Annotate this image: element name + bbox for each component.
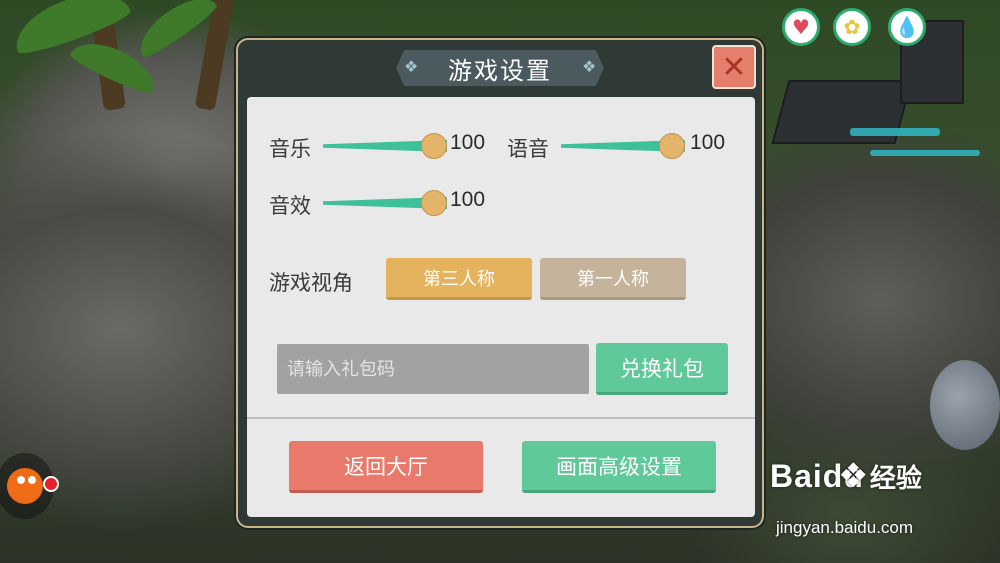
- baidu-watermark: Baidu 经验 ❖: [770, 456, 922, 496]
- water-drop-icon[interactable]: 💧: [888, 8, 926, 46]
- watermark-cn: 经验: [869, 464, 922, 494]
- teleporter-glow: [870, 150, 980, 156]
- pet-eye: [28, 476, 36, 484]
- advanced-graphics-button[interactable]: 画面高级设置: [522, 441, 716, 493]
- sfx-slider[interactable]: [323, 190, 447, 216]
- pet-avatar: [7, 468, 43, 504]
- teleporter-glow: [850, 128, 940, 136]
- settings-panel: 音乐 100 语音 100 音效 100 游戏视角 第三人称 第一人称 兑换礼包…: [247, 97, 755, 517]
- watermark-url: jingyan.baidu.com: [776, 518, 914, 537]
- crystal-rock: [930, 360, 1000, 450]
- pet-eye: [17, 476, 25, 484]
- music-label: 音乐: [269, 137, 311, 161]
- slider-knob[interactable]: [421, 190, 447, 216]
- ornament-icon: ❖: [404, 57, 419, 76]
- heart-icon[interactable]: ♥: [782, 8, 820, 46]
- slider-knob[interactable]: [421, 133, 447, 159]
- sfx-value: 100: [450, 188, 486, 211]
- music-value: 100: [450, 131, 486, 154]
- voice-label: 语音: [507, 137, 549, 161]
- notification-badge: [43, 476, 59, 492]
- return-lobby-button[interactable]: 返回大厅: [289, 441, 483, 493]
- camera-view-label: 游戏视角: [269, 271, 353, 295]
- slider-knob[interactable]: [659, 133, 685, 159]
- close-button[interactable]: ✕: [712, 45, 756, 89]
- energy-icon[interactable]: ✿: [833, 8, 871, 46]
- music-slider[interactable]: [323, 133, 447, 159]
- divider: [247, 417, 755, 419]
- voice-slider[interactable]: [561, 133, 685, 159]
- gift-code-input[interactable]: [277, 344, 589, 394]
- sfx-label: 音效: [269, 194, 311, 218]
- settings-dialog: ❖ 游戏设置 ❖ ✕ 音乐 100 语音 100 音效 100 游戏视角 第三人…: [236, 38, 764, 528]
- first-person-button[interactable]: 第一人称: [540, 258, 686, 300]
- dialog-title: 游戏设置: [448, 56, 552, 85]
- third-person-button[interactable]: 第三人称: [386, 258, 532, 300]
- ornament-icon: ❖: [582, 57, 597, 76]
- voice-value: 100: [690, 131, 726, 154]
- watermark-brand: Bai: [770, 458, 823, 494]
- close-x-icon: ✕: [721, 49, 747, 85]
- paw-icon: ❖: [838, 456, 869, 496]
- title-plate: ❖ 游戏设置 ❖: [396, 50, 604, 86]
- redeem-gift-button[interactable]: 兑换礼包: [596, 343, 728, 395]
